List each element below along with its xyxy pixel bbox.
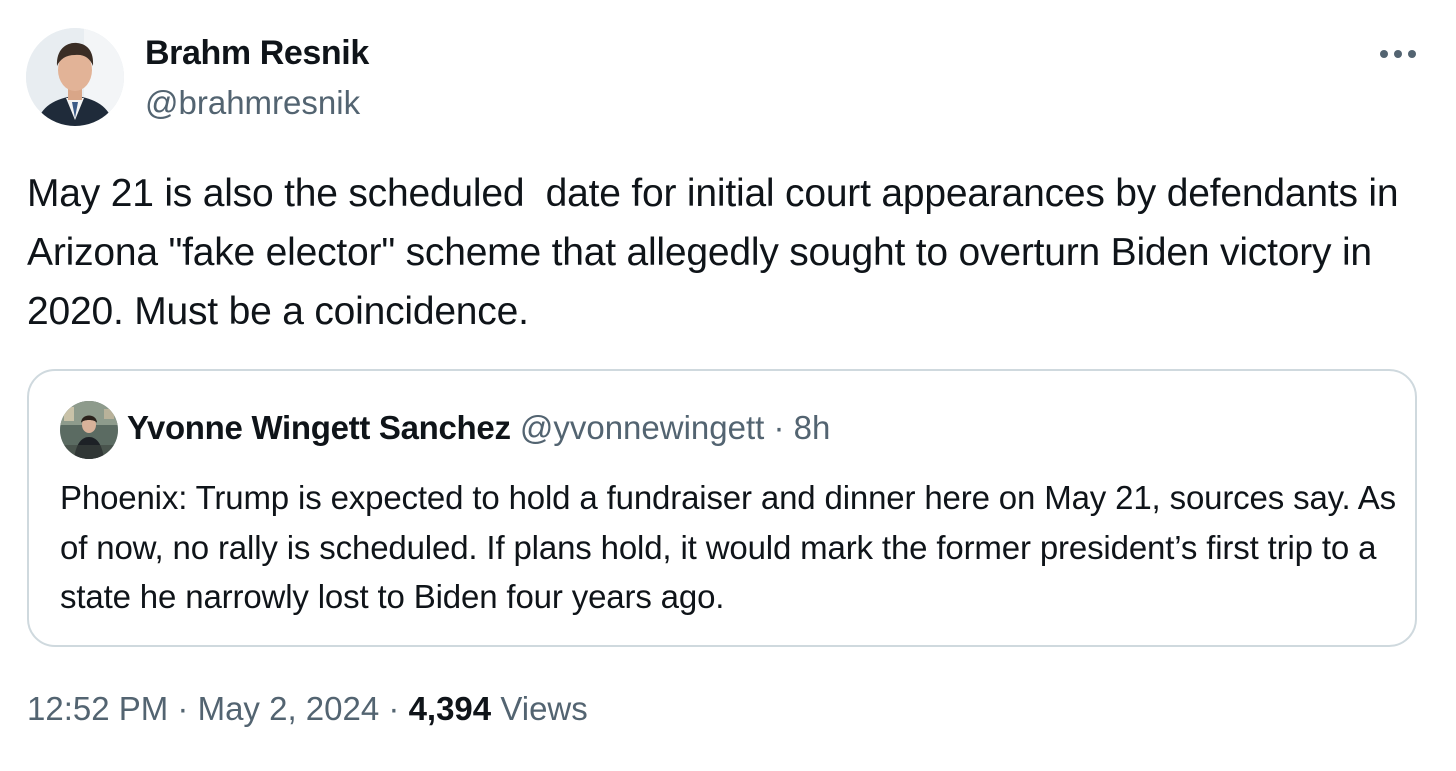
quoted-author-avatar[interactable]	[60, 401, 118, 459]
quoted-tweet-text: Phoenix: Trump is expected to hold a fun…	[60, 479, 1396, 615]
quoted-author-handle[interactable]: @yvonnewingett	[520, 409, 764, 446]
quoted-header-separator: ·	[773, 409, 785, 446]
quoted-author-avatar-image	[60, 401, 118, 459]
quoted-tweet-time[interactable]: 8h	[794, 409, 831, 446]
tweet-text: May 21 is also the scheduled date for in…	[27, 172, 1407, 333]
meta-separator: ·	[177, 690, 189, 727]
more-horizontal-icon	[1380, 50, 1416, 58]
tweet-timestamp[interactable]: 12:52 PM	[27, 690, 168, 727]
views-label: Views	[500, 690, 588, 727]
author-name[interactable]: Brahm Resnik	[145, 34, 369, 73]
more-options-button[interactable]	[1372, 36, 1424, 72]
author-handle[interactable]: @brahmresnik	[145, 84, 360, 122]
quoted-author-name[interactable]: Yvonne Wingett Sanchez	[127, 409, 511, 446]
quoted-tweet-header: Yvonne Wingett Sanchez @yvonnewingett · …	[127, 409, 830, 447]
author-avatar[interactable]	[26, 28, 124, 126]
tweet-meta: 12:52 PM · May 2, 2024 · 4,394 Views	[27, 690, 588, 728]
author-avatar-image	[26, 28, 124, 126]
views-count: 4,394	[408, 690, 492, 727]
quoted-tweet-card[interactable]: Yvonne Wingett Sanchez @yvonnewingett · …	[27, 369, 1417, 647]
meta-separator: ·	[388, 690, 400, 727]
tweet-date[interactable]: May 2, 2024	[198, 690, 380, 727]
